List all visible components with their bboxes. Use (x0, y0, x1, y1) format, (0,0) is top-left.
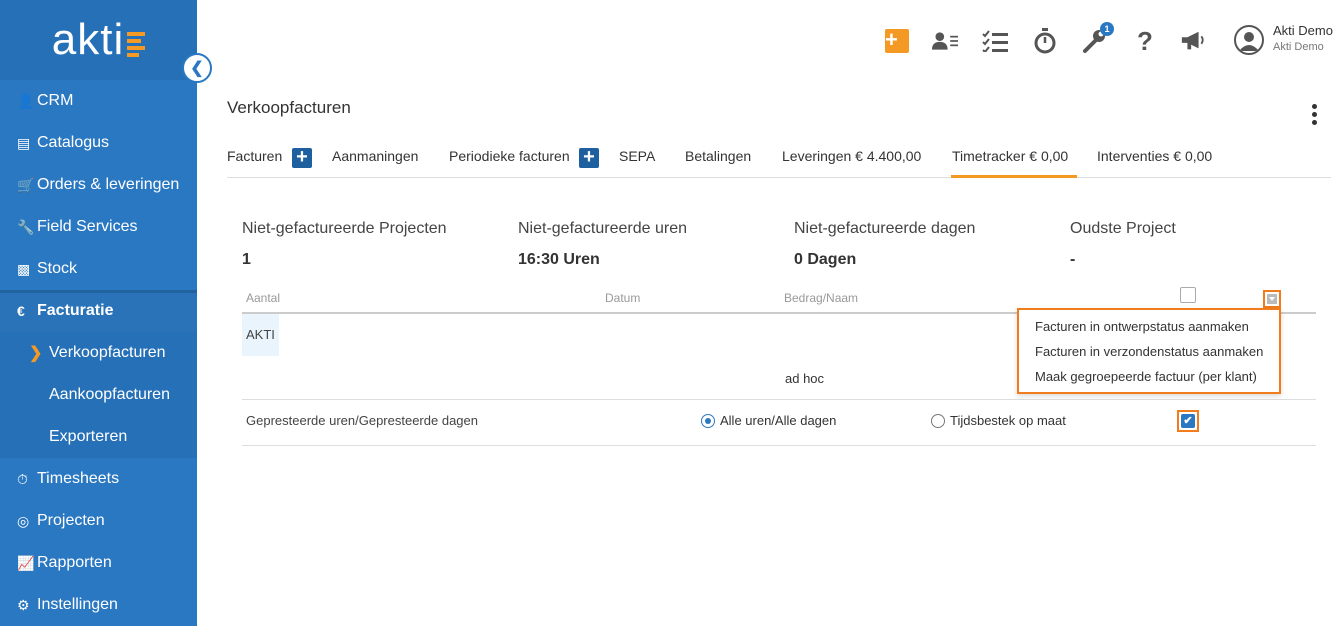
sidebar-item-instellingen[interactable]: ⚙ Instellingen (0, 584, 197, 626)
user-icon: 👤 (17, 92, 35, 109)
sidebar-item-rapporten[interactable]: 📈 Rapporten (0, 542, 197, 584)
timer-button[interactable] (1032, 28, 1058, 54)
sidebar-item-facturatie[interactable]: € Facturatie (0, 290, 197, 332)
sidebar-item-orders[interactable]: 🛒 Orders & leveringen (0, 164, 197, 206)
sidebar-item-catalogus[interactable]: ▤ Catalogus (0, 122, 197, 164)
chevron-left-icon: ❮ (190, 60, 204, 77)
tab-leveringen[interactable]: Leveringen € 4.400,00 (782, 140, 921, 178)
menu-item-grouped-invoice[interactable]: Maak gegroepeerde factuur (per klant) (1035, 369, 1257, 384)
cart-icon: 🛒 (17, 176, 35, 193)
sidebar-item-crm[interactable]: 👤 CRM (0, 80, 197, 122)
chevron-right-icon: ❯ (29, 345, 43, 362)
page-title: Verkoopfacturen (227, 98, 351, 117)
topbar: + 1 ? Akti Demo Akti Demo (197, 0, 1340, 80)
notification-badge: 1 (1100, 22, 1114, 36)
megaphone-icon (1181, 31, 1204, 50)
menu-item-draft-invoices[interactable]: Facturen in ontwerpstatus aanmaken (1035, 319, 1249, 334)
plus-icon: + (885, 29, 909, 53)
stat-value-days: 0 Dagen (794, 251, 857, 268)
column-header-datum[interactable]: Datum (605, 291, 640, 305)
target-icon: ◎ (17, 512, 30, 529)
tab-facturen[interactable]: Facturen (227, 140, 282, 178)
sidebar-item-projecten[interactable]: ◎ Projecten (0, 500, 197, 542)
row-amount: ad hoc (785, 371, 825, 386)
gear-icon: ⚙ (17, 596, 30, 613)
more-options-button[interactable] (1309, 104, 1319, 125)
wrench-icon: 🔧 (17, 218, 35, 235)
stat-value-projects: 1 (242, 251, 251, 268)
stat-value-hours: 16:30 Uren (518, 251, 600, 268)
menu-item-sent-invoices[interactable]: Facturen in verzondenstatus aanmaken (1035, 344, 1263, 359)
tab-periodieke-facturen[interactable]: Periodieke facturen (449, 140, 570, 178)
question-icon: ? (1137, 25, 1153, 56)
logo-bars (127, 31, 146, 57)
checklist-icon (982, 30, 1008, 52)
add-periodic-invoice-button[interactable]: + (579, 147, 599, 168)
akti-logo[interactable]: akti (0, 0, 197, 80)
stopwatch-icon (1034, 28, 1056, 54)
stat-label-days: Niet-gefactureerde dagen (794, 220, 976, 237)
tasks-button[interactable] (982, 28, 1008, 54)
stat-label-projects: Niet-gefactureerde Projecten (242, 220, 447, 237)
sidebar-item-stock[interactable]: ▩ Stock (0, 248, 197, 290)
radio-custom-range-label[interactable]: Tijdsbestek op maat (950, 413, 1066, 428)
contacts-list-button[interactable] (932, 28, 958, 54)
table-row-customer[interactable]: AKTI (242, 314, 279, 356)
chart-icon: 📈 (17, 554, 35, 571)
radio-all-hours-label[interactable]: Alle uren/Alle dagen (720, 413, 836, 428)
hours-range-label: Gepresteerde uren/Gepresteerde dagen (246, 413, 478, 428)
row-checkbox[interactable]: ✔ (1177, 410, 1199, 432)
stat-value-oldest-project: - (1070, 251, 1076, 268)
column-header-aantal[interactable]: Aantal (246, 291, 280, 305)
book-icon: ▤ (17, 134, 31, 151)
cubes-icon: ▩ (17, 260, 31, 277)
avatar[interactable] (1234, 25, 1264, 55)
announcements-button[interactable] (1180, 28, 1206, 54)
contacts-list-icon (932, 32, 958, 50)
quick-add-button[interactable]: + (884, 28, 910, 54)
sidebar-item-timesheets[interactable]: ⏱ Timesheets (0, 458, 197, 500)
sidebar: akti 👤 CRM ▤ Catalogus 🛒 Orders & leveringe… (0, 0, 197, 626)
tab-interventies[interactable]: Interventies € 0,00 (1097, 140, 1212, 178)
check-icon: ✔ (1181, 414, 1195, 428)
user-circle-icon (1239, 32, 1259, 51)
tab-betalingen[interactable]: Betalingen (685, 140, 751, 178)
stopwatch-icon: ⏱ (17, 470, 28, 487)
user-company: Akti Demo (1273, 41, 1324, 53)
stat-label-hours: Niet-gefactureerde uren (518, 220, 687, 237)
add-invoice-button[interactable]: + (292, 147, 312, 168)
sidebar-submenu-facturatie: ❯ Verkoopfacturen Aankoopfacturen Exporte… (0, 332, 197, 458)
sidebar-subitem-verkoopfacturen[interactable]: ❯ Verkoopfacturen (0, 332, 197, 374)
sidebar-item-field-services[interactable]: 🔧 Field Services (0, 206, 197, 248)
select-all-checkbox[interactable] (1180, 287, 1196, 303)
tab-sepa[interactable]: SEPA (619, 140, 655, 178)
bulk-actions-dropdown-toggle[interactable] (1263, 290, 1281, 308)
tab-aanmaningen[interactable]: Aanmaningen (332, 140, 418, 178)
tab-timetracker[interactable]: Timetracker € 0,00 (951, 140, 1077, 178)
sidebar-subitem-aankoopfacturen[interactable]: Aankoopfacturen (0, 374, 197, 416)
euro-icon: € (17, 303, 25, 319)
radio-all-hours[interactable] (701, 414, 715, 428)
user-name[interactable]: Akti Demo (1273, 23, 1333, 38)
divider (242, 399, 1316, 400)
help-button[interactable]: ? (1132, 25, 1158, 56)
tab-bar: Facturen + Aanmaningen Periodieke factur… (227, 140, 1331, 178)
stat-label-oldest-project: Oudste Project (1070, 220, 1176, 237)
tools-button[interactable]: 1 (1082, 22, 1114, 54)
sidebar-subitem-exporteren[interactable]: Exporteren (0, 416, 197, 458)
column-header-bedrag[interactable]: Bedrag/Naam (784, 291, 858, 305)
radio-custom-range[interactable] (931, 414, 945, 428)
collapse-sidebar-button[interactable]: ❮ (182, 53, 212, 83)
divider (242, 445, 1316, 446)
bulk-actions-menu: Facturen in ontwerpstatus aanmaken Factu… (1017, 308, 1281, 394)
